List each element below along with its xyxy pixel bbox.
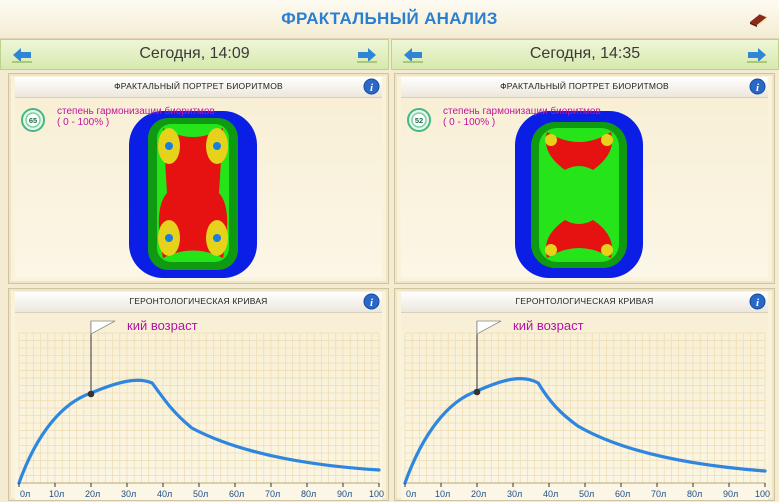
x-tick-label: 70л <box>265 489 280 499</box>
info-icon[interactable]: i <box>363 293 380 310</box>
gerontological-curve-chart: 0л 10л 20л 30л 40л 50л 60л 70л 80л 90л 100л <box>403 320 770 499</box>
fractal-body: 52 степень гармонизации биоритмов ( 0 - … <box>401 98 768 278</box>
panel-header: ГЕРОНТОЛОГИЧЕСКАЯ КРИВАЯ i <box>401 292 768 313</box>
fractal-panel-right: ФРАКТАЛЬНЫЙ ПОРТРЕТ БИОРИТМОВ i 52 степе… <box>394 73 775 284</box>
info-icon[interactable]: i <box>363 78 380 95</box>
gerontological-curve-chart: 0л 10л 20л 30л 40л 50л 60л 70л 80л 90л 100л <box>17 320 384 499</box>
flag-label: кий возраст <box>127 318 198 333</box>
date-nav-left: Сегодня, 14:09 <box>0 39 389 70</box>
panel-header: ФРАКТАЛЬНЫЙ ПОРТРЕТ БИОРИТМОВ i <box>401 77 768 98</box>
panel-header: ФРАКТАЛЬНЫЙ ПОРТРЕТ БИОРИТМОВ i <box>15 77 382 98</box>
x-tick-label: 50л <box>579 489 594 499</box>
harmonization-label: степень гармонизации биоритмов <box>443 106 601 117</box>
x-tick-label: 30л <box>121 489 136 499</box>
x-tick-label: 100л <box>755 489 770 499</box>
harmonization-label: степень гармонизации биоритмов <box>57 106 215 117</box>
page-title: ФРАКТАЛЬНЫЙ АНАЛИЗ <box>281 9 498 28</box>
arrow-right-icon[interactable] <box>746 46 768 64</box>
fractal-bulb <box>601 244 613 256</box>
date-label: Сегодня, 14:09 <box>139 45 250 62</box>
fractal-bulb <box>545 134 557 146</box>
fractal-spot <box>165 142 173 150</box>
harmonization-range: ( 0 - 100% ) <box>57 117 110 128</box>
x-tick-label: 50л <box>193 489 208 499</box>
info-icon[interactable]: i <box>749 78 766 95</box>
x-tick-label: 100л <box>369 489 384 499</box>
x-tick-label: 60л <box>615 489 630 499</box>
arrow-left-icon[interactable] <box>402 46 424 64</box>
arrow-left-icon[interactable] <box>11 46 33 64</box>
flag <box>476 320 502 335</box>
panel-header: ГЕРОНТОЛОГИЧЕСКАЯ КРИВАЯ i <box>15 292 382 313</box>
harmonization-value: 52 <box>415 116 423 125</box>
book-icon[interactable] <box>747 8 769 30</box>
date-nav-right: Сегодня, 14:35 <box>391 39 779 70</box>
arrow-right-icon[interactable] <box>356 46 378 64</box>
x-tick-label: 90л <box>337 489 352 499</box>
fractal-analysis-app: ФРАКТАЛЬНЫЙ АНАЛИЗ Сегодня, 14:09 Сегодн… <box>0 0 779 501</box>
info-icon[interactable]: i <box>749 293 766 310</box>
x-tick-label: 70л <box>651 489 666 499</box>
x-tick-label: 10л <box>435 489 450 499</box>
x-tick-label: 20л <box>85 489 100 499</box>
curve-panel-left: ГЕРОНТОЛОГИЧЕСКАЯ КРИВАЯ i 0л 10л 20л 30л 40… <box>8 288 389 501</box>
harmonization-range: ( 0 - 100% ) <box>443 117 496 128</box>
x-tick-label: 40л <box>157 489 172 499</box>
x-tick-label: 90л <box>723 489 738 499</box>
x-tick-label: 80л <box>301 489 316 499</box>
title-bar: ФРАКТАЛЬНЫЙ АНАЛИЗ <box>0 0 779 39</box>
curve-body: 0л 10л 20л 30л 40л 50л 60л 70л 80л 90л 100л кий во… <box>15 313 384 500</box>
fractal-spot <box>213 142 221 150</box>
flag-label: кий возраст <box>513 318 584 333</box>
grid <box>404 332 766 484</box>
x-tick-label: 30л <box>507 489 522 499</box>
harmonization-badge: 65 <box>21 108 45 132</box>
panel-title: ГЕРОНТОЛОГИЧЕСКАЯ КРИВАЯ <box>129 296 268 306</box>
fractal-bulb <box>601 134 613 146</box>
x-tick-label: 80л <box>687 489 702 499</box>
age-marker <box>473 388 481 396</box>
x-tick-label: 0л <box>20 489 30 499</box>
age-marker <box>87 390 95 398</box>
curve-body: 0л 10л 20л 30л 40л 50л 60л 70л 80л 90л 100л кий во… <box>401 313 770 500</box>
fractal-body: 65 степень гармонизации биоритмов ( 0 - … <box>15 98 382 278</box>
fractal-panel-left: ФРАКТАЛЬНЫЙ ПОРТРЕТ БИОРИТМОВ i 65 степе… <box>8 73 389 284</box>
panel-title: ФРАКТАЛЬНЫЙ ПОРТРЕТ БИОРИТМОВ <box>114 81 283 91</box>
x-tick-label: 40л <box>543 489 558 499</box>
grid <box>18 332 380 484</box>
fractal-spot <box>213 234 221 242</box>
fractal-spot <box>165 234 173 242</box>
x-tick-label: 20л <box>471 489 486 499</box>
x-tick-label: 60л <box>229 489 244 499</box>
panel-title: ФРАКТАЛЬНЫЙ ПОРТРЕТ БИОРИТМОВ <box>500 81 669 91</box>
fractal-bulb <box>545 244 557 256</box>
x-tick-label: 0л <box>406 489 416 499</box>
panel-title: ГЕРОНТОЛОГИЧЕСКАЯ КРИВАЯ <box>515 296 654 306</box>
harmonization-badge: 52 <box>407 108 431 132</box>
flag <box>90 320 116 335</box>
curve-panel-right: ГЕРОНТОЛОГИЧЕСКАЯ КРИВАЯ i 0л 10л 20л 30л 40… <box>394 288 775 501</box>
date-label: Сегодня, 14:35 <box>529 45 641 62</box>
x-tick-label: 10л <box>49 489 64 499</box>
harmonization-value: 65 <box>29 116 37 125</box>
